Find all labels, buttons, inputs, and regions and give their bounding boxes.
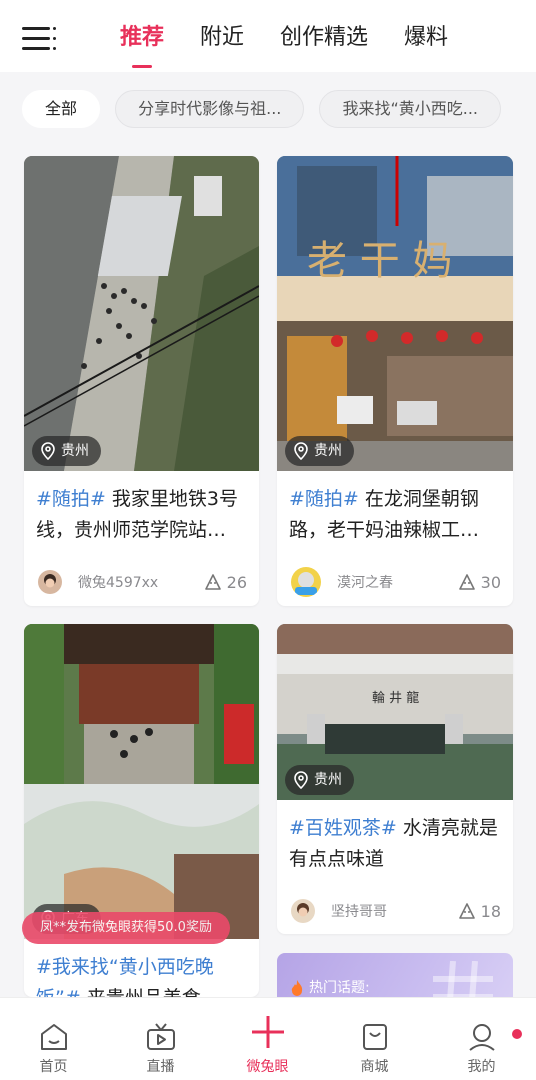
bottom-navigation: 首页 直播 微兔眼 商城 我的 xyxy=(0,997,536,1080)
like-number: 30 xyxy=(480,572,501,592)
category-tabs: 推荐 附近 创作精选 爆料 xyxy=(120,22,484,54)
post-card[interactable]: 老 干 妈 贵州 #随拍# 在龙洞堡朝钢路，老干妈油辣椒工… 漠河之春 30 xyxy=(277,156,513,606)
chip-all[interactable]: 全部 xyxy=(22,90,101,128)
filter-chips: 全部 分享时代影像与祖... 我来找“黄小西吃... xyxy=(22,90,536,130)
tab-tips[interactable]: 爆料 xyxy=(404,22,448,54)
like-number: 18 xyxy=(480,901,501,921)
username[interactable]: 微兔4597xx xyxy=(78,572,203,592)
tab-nearby[interactable]: 附近 xyxy=(200,22,244,54)
username[interactable]: 坚持哥哥 xyxy=(331,901,457,921)
avatar[interactable] xyxy=(38,570,62,594)
location-pin-icon xyxy=(294,442,308,460)
post-meta: 微兔4597xx 26 xyxy=(38,568,247,596)
post-title: #随拍# 我家里地铁3号线，贵州师范学院站… xyxy=(36,484,247,546)
like-count[interactable]: 18 xyxy=(457,901,501,921)
post-card[interactable]: 輪 井 龍 贵州 #百姓观茶# 水清亮就是有点点味道 坚持哥哥 18 xyxy=(277,624,513,934)
location-label: 贵州 xyxy=(314,443,342,459)
location-pin-icon xyxy=(294,771,308,789)
like-icon xyxy=(204,574,221,590)
location-badge: 贵州 xyxy=(32,436,101,466)
username[interactable]: 漠河之春 xyxy=(337,572,457,592)
location-badge: 贵州 xyxy=(285,765,354,795)
nav-live[interactable]: 直播 xyxy=(107,998,214,1080)
like-count[interactable]: 30 xyxy=(457,572,501,592)
location-label: 贵州 xyxy=(314,772,342,788)
nav-shop[interactable]: 商城 xyxy=(321,998,428,1080)
location-pin-icon xyxy=(41,442,55,460)
chip-topic-find[interactable]: 我来找“黄小西吃... xyxy=(319,90,502,128)
tab-recommend[interactable]: 推荐 xyxy=(120,22,164,54)
plus-icon xyxy=(251,1016,284,1048)
tv-icon xyxy=(146,1023,175,1050)
hot-topics-label: 热门话题: xyxy=(309,980,370,996)
post-title: #我来找“黄小西吃晚饭”# 来贵州品美食… xyxy=(36,952,247,997)
post-text: 来贵州品美食… xyxy=(81,987,220,997)
avatar[interactable] xyxy=(291,899,315,923)
nav-mine-label: 我的 xyxy=(467,1059,496,1075)
post-title: #随拍# 在龙洞堡朝钢路，老干妈油辣椒工… xyxy=(289,484,501,546)
post-card[interactable]: 贵州 #随拍# 我家里地铁3号线，贵州师范学院站… 微兔4597xx 26 xyxy=(24,156,259,606)
like-count[interactable]: 26 xyxy=(203,572,247,592)
top-tab-bar: 推荐 附近 创作精选 爆料 xyxy=(0,0,536,72)
avatar[interactable] xyxy=(291,567,321,597)
nav-home-label: 首页 xyxy=(39,1059,68,1075)
post-hashtag[interactable]: #随拍# xyxy=(36,488,106,510)
post-meta: 坚持哥哥 18 xyxy=(291,897,501,925)
chip-topic-share[interactable]: 分享时代影像与祖... xyxy=(115,90,305,128)
location-label: 贵州 xyxy=(61,443,89,459)
post-hashtag[interactable]: #随拍# xyxy=(289,488,359,510)
post-image xyxy=(24,156,259,471)
menu-icon[interactable] xyxy=(22,27,56,51)
post-hashtag[interactable]: #百姓观茶# xyxy=(289,817,397,839)
tab-featured[interactable]: 创作精选 xyxy=(280,22,368,54)
like-number: 26 xyxy=(226,572,247,592)
notification-dot xyxy=(512,1029,522,1039)
like-icon xyxy=(458,574,475,590)
svg-text:輪 井 龍: 輪 井 龍 xyxy=(372,690,419,706)
profile-icon xyxy=(468,1024,495,1051)
home-icon xyxy=(40,1024,67,1050)
fire-icon xyxy=(291,980,303,996)
nav-shop-label: 商城 xyxy=(360,1059,389,1075)
shop-bag-icon xyxy=(362,1024,387,1050)
location-badge: 贵州 xyxy=(285,436,354,466)
post-image: 老 干 妈 xyxy=(277,156,513,471)
post-meta: 漠河之春 30 xyxy=(291,567,501,597)
like-icon xyxy=(458,903,475,919)
post-image xyxy=(24,624,259,939)
post-title: #百姓观茶# 水清亮就是有点点味道 xyxy=(289,813,501,875)
nav-home[interactable]: 首页 xyxy=(0,998,107,1080)
svg-text:老 干 妈: 老 干 妈 xyxy=(307,238,452,284)
nav-weitu-eye-label: 微兔眼 xyxy=(246,1059,289,1075)
reward-toast: 凤**发布微兔眼获得50.0奖励 xyxy=(22,912,230,944)
nav-weitu-eye[interactable]: 微兔眼 xyxy=(214,998,321,1080)
nav-mine[interactable]: 我的 xyxy=(428,998,535,1080)
nav-live-label: 直播 xyxy=(146,1059,175,1075)
